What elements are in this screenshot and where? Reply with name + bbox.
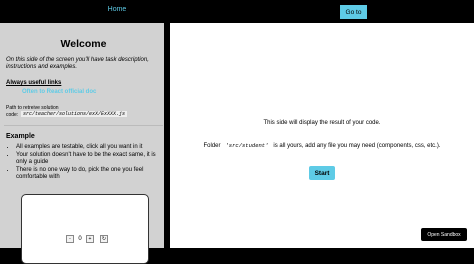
example-notes-list: All examples are testable, click all you…	[6, 144, 161, 182]
solution-path-prefix: code:	[6, 112, 19, 118]
list-item: Your solution doesn't have to be the exa…	[16, 152, 161, 166]
folder-path: 'src/student'	[225, 142, 269, 149]
instructions-panel: Welcome On this side of the screen you'l…	[0, 23, 167, 264]
counter-widget: - 0 + ↻	[66, 235, 108, 243]
top-nav-bar: Home Go to	[0, 0, 474, 23]
increment-button[interactable]: +	[86, 235, 94, 243]
counter-value: 0	[78, 236, 82, 242]
result-panel: This side will display the result of you…	[170, 23, 474, 248]
links-heading: Always useful links	[6, 80, 62, 86]
list-item: There is no one way to do, pick the one …	[16, 167, 161, 181]
example-preview: - 0 + ↻	[21, 194, 149, 264]
section-divider	[4, 125, 163, 126]
home-link[interactable]: Home	[100, 6, 134, 13]
result-description: This side will display the result of you…	[263, 120, 381, 126]
solution-path-code: src/teacher/solutions/exX/ExXXX.js	[21, 111, 128, 117]
page-title: Welcome	[60, 38, 107, 50]
refresh-icon[interactable]: ↻	[100, 235, 108, 243]
folder-text-before: Folder	[203, 143, 226, 149]
start-button[interactable]: Start	[309, 166, 335, 180]
list-item: All examples are testable, click all you…	[16, 144, 161, 151]
folder-info: Folder 'src/student' is all yours, add a…	[170, 142, 474, 149]
example-heading: Example	[6, 133, 35, 140]
react-doc-link[interactable]: Often to React official doc	[22, 89, 96, 95]
goto-button[interactable]: Go to	[340, 5, 367, 19]
decrement-button[interactable]: -	[66, 235, 74, 243]
folder-text-after: is all yours, add any file you may need …	[268, 143, 441, 149]
open-sandbox-button[interactable]: Open Sandbox	[421, 228, 467, 241]
intro-text: On this side of the screen you'll have t…	[6, 57, 149, 70]
